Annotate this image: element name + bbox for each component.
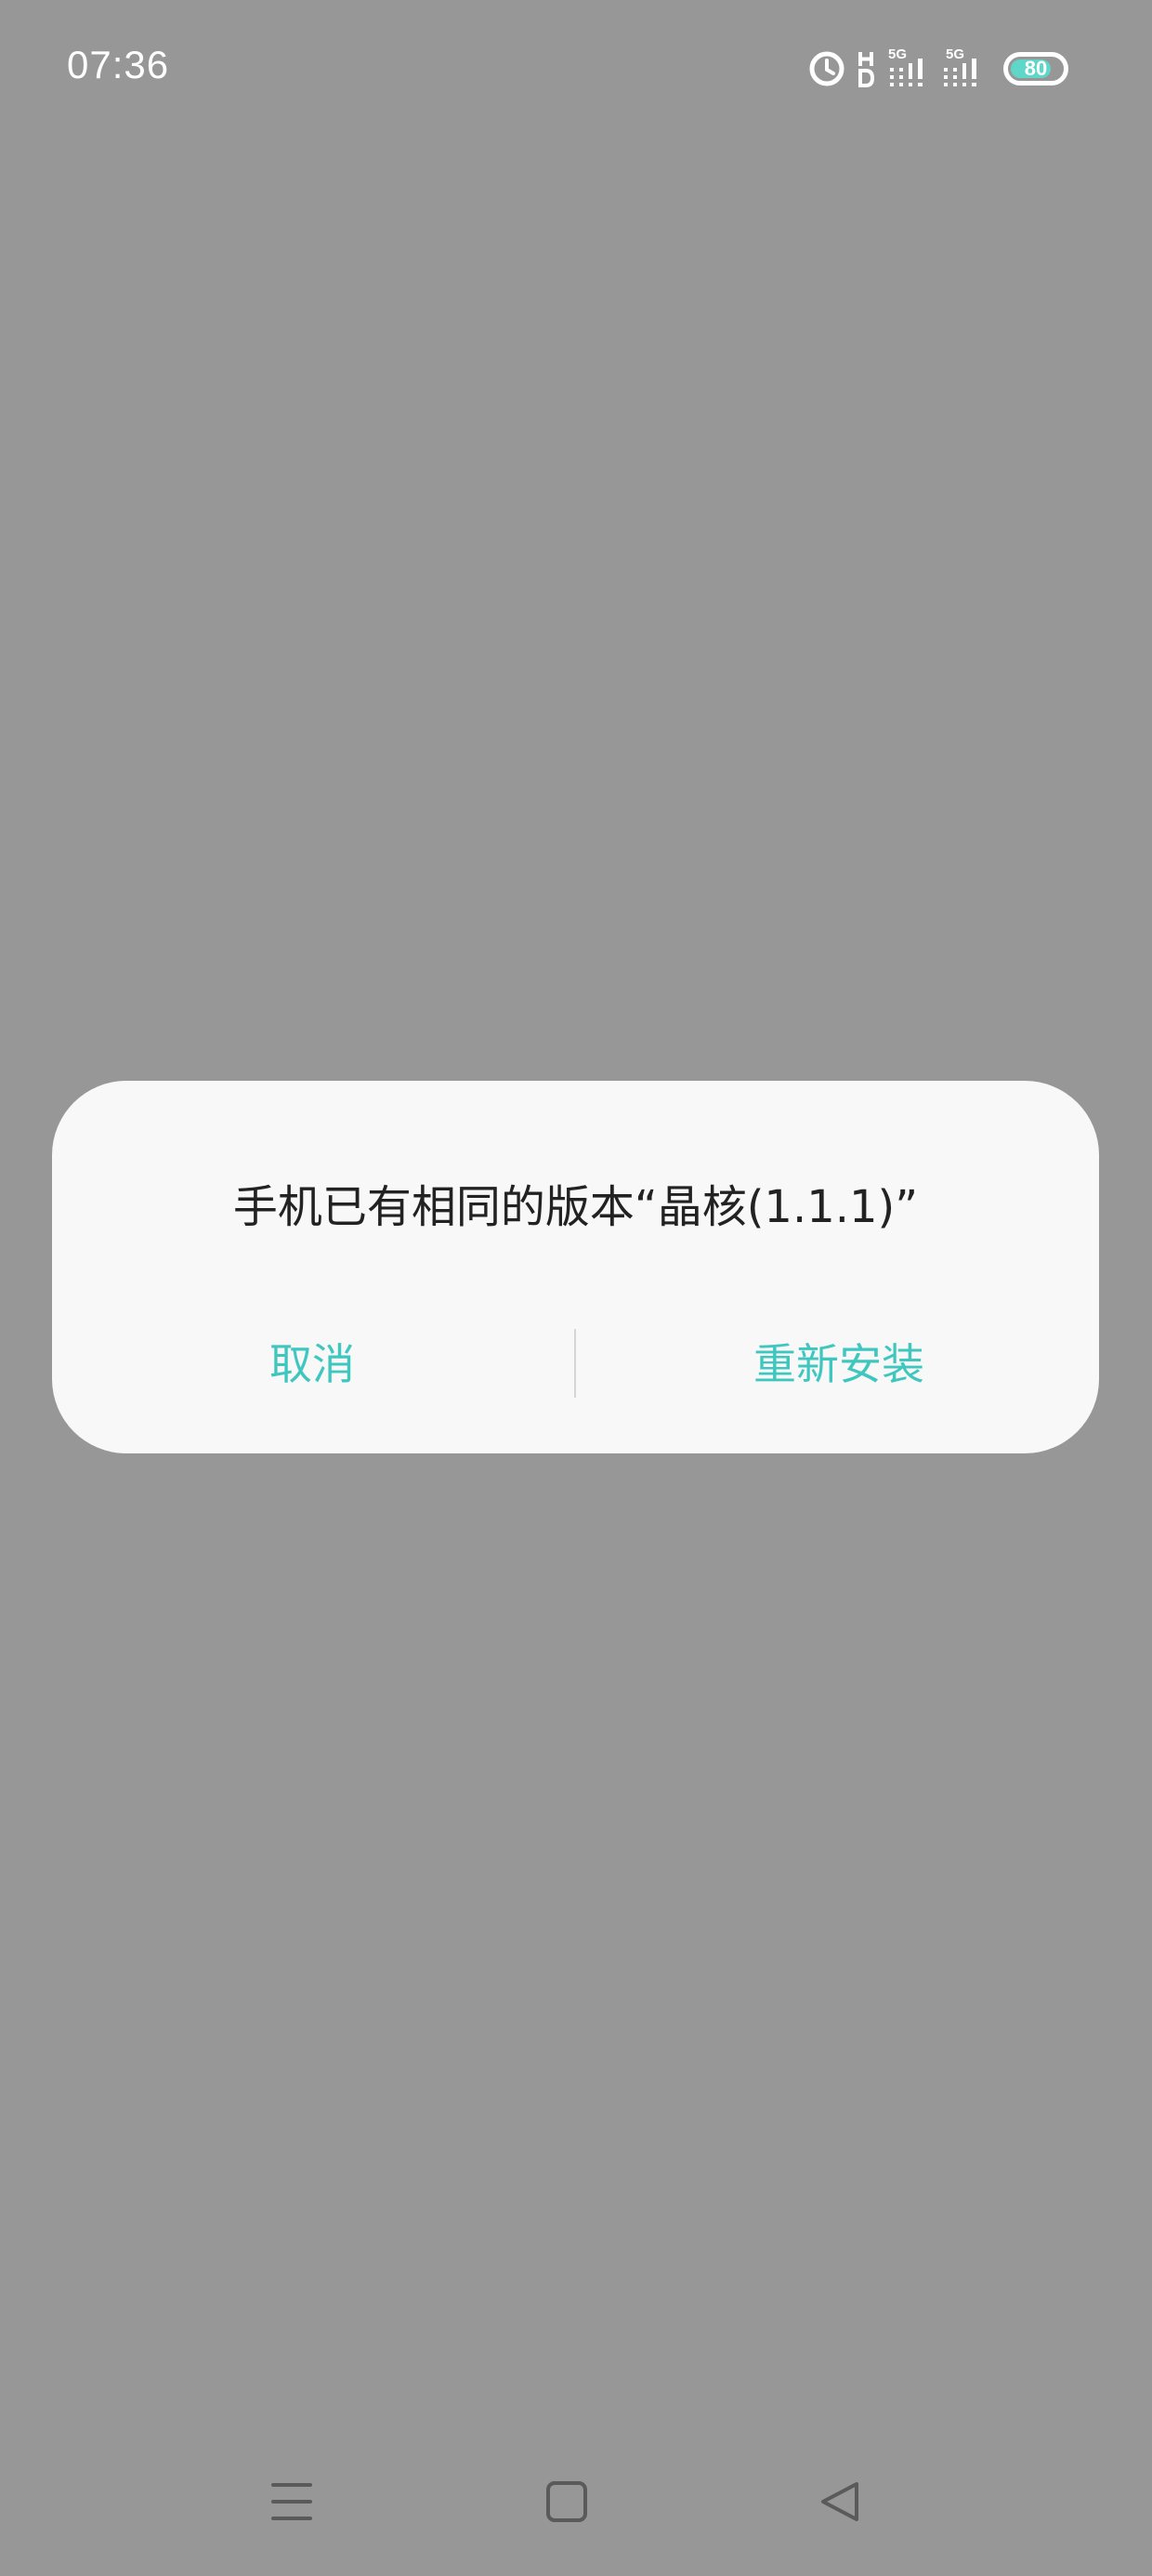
- status-bar: 07:36 5G 5G 80: [0, 0, 1152, 139]
- home-icon[interactable]: [530, 2464, 604, 2539]
- hd-icon: [858, 50, 875, 87]
- alarm-icon: [808, 50, 845, 87]
- dialog-message: 手机已有相同的版本“晶核(1.1.1)”: [232, 1181, 919, 1233]
- navigation-bar: [0, 2427, 1152, 2576]
- reinstall-dialog: 手机已有相同的版本“晶核(1.1.1)” 取消 重新安装: [52, 1081, 1099, 1453]
- status-icons: 5G 5G 80: [808, 46, 1068, 91]
- cancel-button[interactable]: 取消: [52, 1327, 572, 1401]
- back-icon[interactable]: [803, 2464, 877, 2539]
- button-divider: [574, 1329, 576, 1398]
- battery-level: 80: [1024, 57, 1048, 80]
- dialog-actions: 取消 重新安装: [52, 1327, 1099, 1401]
- signal-icon-2: 5G: [942, 46, 983, 89]
- reinstall-button[interactable]: 重新安装: [579, 1327, 1099, 1401]
- status-time: 07:36: [67, 43, 170, 86]
- battery-icon: 80: [1003, 52, 1068, 85]
- signal-icon-1: 5G: [888, 46, 929, 89]
- menu-icon[interactable]: [255, 2464, 329, 2539]
